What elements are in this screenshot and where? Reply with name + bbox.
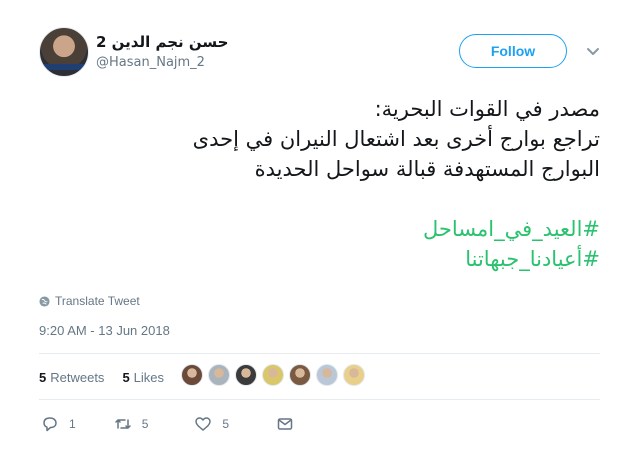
translate-label[interactable]: Translate Tweet (55, 294, 140, 308)
tweet-actions: 1 5 5 (39, 415, 294, 433)
heart-icon (195, 417, 212, 431)
envelope-icon (277, 418, 293, 430)
liker-avatar[interactable] (208, 364, 230, 386)
tweet-timestamp[interactable]: 9:20 AM - 13 Jun 2018 (39, 323, 170, 338)
divider (39, 353, 600, 354)
likes-stat[interactable]: 5 Likes (122, 370, 164, 385)
liker-avatar[interactable] (316, 364, 338, 386)
follow-button[interactable]: Follow (459, 34, 567, 68)
like-button[interactable]: 5 (194, 415, 229, 433)
reply-count: 1 (69, 417, 76, 431)
retweets-stat[interactable]: 5 Retweets (39, 370, 104, 385)
tweet-text: مصدر في القوات البحرية: تراجع بوارج أخرى… (40, 94, 600, 274)
liker-avatars (181, 364, 365, 386)
like-count: 5 (222, 417, 230, 431)
hashtag-link[interactable]: #أعيادنا_جبهاتنا (40, 244, 600, 274)
tweet-line: البوارج المستهدفة قبالة سواحل الحديدة (254, 157, 600, 181)
retweet-button[interactable]: 5 (114, 415, 149, 433)
retweet-icon (114, 419, 131, 429)
chevron-down-icon[interactable] (585, 43, 601, 59)
hashtag-link[interactable]: #العيد_في_امساحل (40, 214, 600, 244)
liker-avatar[interactable] (343, 364, 365, 386)
divider (39, 399, 600, 400)
tweet-line: مصدر في القوات البحرية: (374, 97, 600, 121)
author-handle[interactable]: @Hasan_Najm_2 (96, 55, 205, 70)
liker-avatar[interactable] (235, 364, 257, 386)
liker-avatar[interactable] (289, 364, 311, 386)
reply-icon (43, 417, 57, 432)
reply-button[interactable]: 1 (41, 415, 76, 433)
liker-avatar[interactable] (262, 364, 284, 386)
globe-icon (39, 295, 50, 307)
retweet-count: 5 (141, 417, 149, 431)
liker-avatar[interactable] (181, 364, 203, 386)
tweet-stats: 5 Retweets 5 Likes (39, 370, 164, 385)
message-button[interactable] (276, 415, 294, 433)
tweet-line: تراجع بوارج أخرى بعد اشتعال النيران في إ… (192, 127, 600, 151)
author-name[interactable]: حسن نجم الدين 2 (96, 33, 228, 51)
translate-tweet-link[interactable]: Translate Tweet (39, 294, 140, 308)
author-avatar[interactable] (39, 27, 89, 77)
